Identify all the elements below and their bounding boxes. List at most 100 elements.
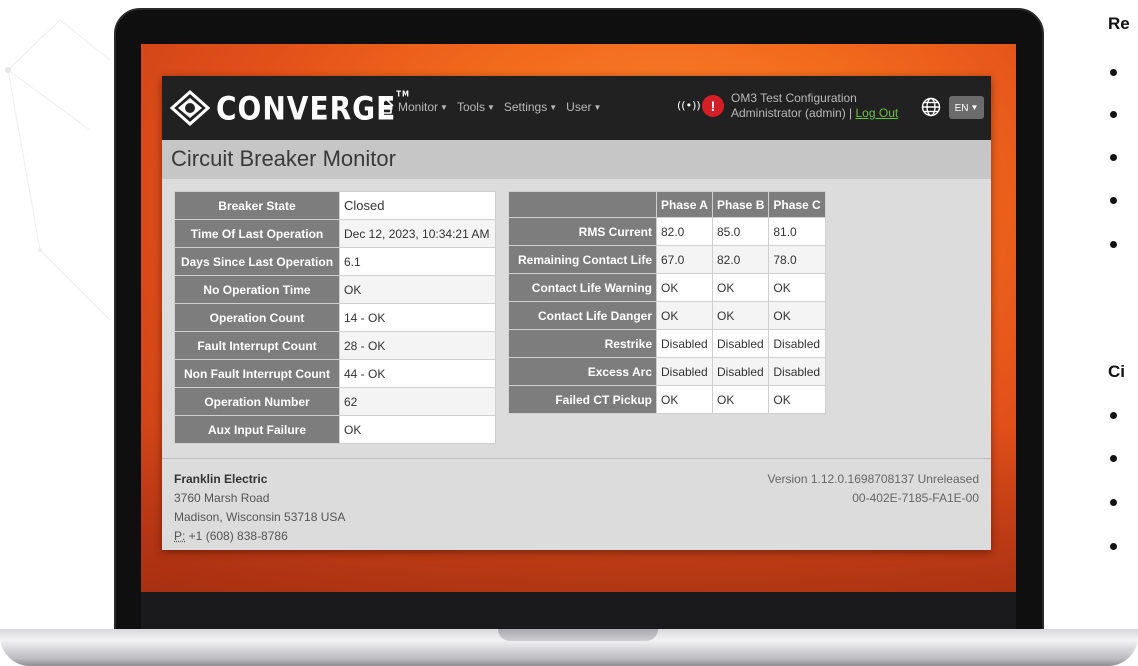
phase-table-row: Contact Life Danger OK OK OK bbox=[508, 301, 826, 330]
globe-icon[interactable] bbox=[921, 97, 941, 117]
phone-prefix: P: bbox=[174, 529, 186, 543]
breaker-row-value: 6.1 bbox=[339, 247, 496, 276]
breaker-row-label: Breaker State bbox=[174, 191, 340, 220]
phase-cell: Disabled bbox=[656, 357, 713, 386]
phase-header-blank bbox=[508, 191, 657, 218]
phase-cell: 82.0 bbox=[711, 245, 770, 274]
phase-table-row: Excess Arc Disabled Disabled Disabled bbox=[508, 357, 826, 386]
breaker-row-label: Days Since Last Operation bbox=[174, 247, 340, 276]
breaker-row-value: 14 - OK bbox=[339, 303, 496, 332]
phase-cell: Disabled bbox=[711, 329, 770, 358]
phase-table-row: RMS Current 82.0 85.0 81.0 bbox=[508, 217, 826, 246]
phase-cell: Disabled bbox=[711, 357, 770, 386]
phase-table-row: Failed CT Pickup OK OK OK bbox=[508, 385, 826, 414]
phase-cell: Disabled bbox=[768, 357, 826, 386]
menu-monitor-label: Monitor bbox=[398, 100, 439, 114]
home-icon[interactable] bbox=[376, 96, 396, 116]
user-info: OM3 Test Configuration Administrator (ad… bbox=[731, 91, 898, 121]
language-label: EN bbox=[954, 103, 969, 114]
menu-tools[interactable]: Tools ▼ bbox=[457, 100, 495, 114]
breaker-table-row: Fault Interrupt Count 28 - OK bbox=[174, 331, 496, 360]
phase-cell: OK bbox=[711, 273, 770, 302]
phase-cell: Disabled bbox=[656, 329, 713, 358]
menu-tools-label: Tools bbox=[456, 100, 485, 114]
main-menu: Monitor ▼ Tools ▼ Settings ▼ User ▼ bbox=[398, 100, 601, 114]
phase-row-label: Remaining Contact Life bbox=[508, 245, 657, 274]
breaker-row-value: Closed bbox=[339, 191, 496, 220]
side-bullet bbox=[1110, 154, 1117, 161]
phase-table-row: Remaining Contact Life 67.0 82.0 78.0 bbox=[508, 245, 826, 274]
caret-down-icon: ▼ bbox=[970, 103, 979, 112]
caret-down-icon: ▼ bbox=[486, 103, 495, 112]
footer-address: Franklin Electric 3760 Marsh Road Madiso… bbox=[174, 470, 345, 546]
phase-cell: OK bbox=[768, 385, 826, 414]
side-bullet bbox=[1110, 499, 1117, 506]
footer-version: Version 1.12.0.1698708137 Unreleased 00-… bbox=[768, 470, 980, 508]
side-bullet bbox=[1110, 197, 1117, 204]
phone-number: +1 (608) 838-8786 bbox=[185, 529, 288, 543]
breaker-table-row: Time Of Last Operation Dec 12, 2023, 10:3… bbox=[174, 219, 496, 248]
breaker-row-value: OK bbox=[339, 415, 496, 444]
menu-monitor[interactable]: Monitor ▼ bbox=[398, 100, 448, 114]
caret-down-icon: ▼ bbox=[593, 103, 602, 112]
phase-cell: OK bbox=[768, 301, 826, 330]
side-bullet bbox=[1110, 241, 1117, 248]
breaker-row-label: Operation Number bbox=[174, 387, 340, 416]
page-title: Circuit Breaker Monitor bbox=[171, 146, 396, 171]
app-window: CONVERGETM Monitor ▼ Tools ▼ Settings ▼ Use… bbox=[162, 76, 991, 550]
breaker-table-row: No Operation Time OK bbox=[174, 275, 496, 304]
phase-cell: 82.0 bbox=[656, 217, 713, 246]
marketing-image: CONVERGETM Monitor ▼ Tools ▼ Settings ▼ Use… bbox=[0, 0, 1138, 666]
phase-row-label: Contact Life Danger bbox=[508, 301, 657, 330]
breaker-row-label: No Operation Time bbox=[174, 275, 340, 304]
laptop-notch bbox=[498, 629, 658, 641]
company-name: Franklin Electric bbox=[174, 472, 268, 486]
breaker-row-label: Non Fault Interrupt Count bbox=[174, 359, 340, 388]
logout-link[interactable]: Log Out bbox=[856, 106, 899, 120]
menu-settings[interactable]: Settings ▼ bbox=[504, 100, 557, 114]
brand-logo[interactable]: CONVERGETM bbox=[170, 89, 411, 127]
network-decoration bbox=[5, 19, 111, 321]
radio-signal-icon[interactable]: ((•)) bbox=[677, 99, 701, 112]
side-bullet bbox=[1110, 111, 1117, 118]
breaker-table-row: Aux Input Failure OK bbox=[174, 415, 496, 444]
side-heading-2: Ci bbox=[1108, 362, 1125, 381]
menu-user[interactable]: User ▼ bbox=[566, 100, 601, 114]
phase-table-row: Restrike Disabled Disabled Disabled bbox=[508, 329, 826, 358]
phase-row-label: RMS Current bbox=[508, 217, 657, 246]
phase-row-label: Restrike bbox=[508, 329, 657, 358]
menu-user-label: User bbox=[566, 100, 592, 114]
breaker-table-row: Breaker State Closed bbox=[174, 191, 496, 220]
trademark-mark: TM bbox=[396, 89, 411, 99]
menu-settings-label: Settings bbox=[503, 100, 548, 114]
converge-logo-icon bbox=[170, 90, 210, 126]
breaker-row-label: Aux Input Failure bbox=[174, 415, 340, 444]
phase-cell: OK bbox=[711, 385, 770, 414]
side-bullet bbox=[1110, 543, 1117, 550]
phase-header: Phase A bbox=[656, 191, 713, 218]
language-select[interactable]: EN ▼ bbox=[949, 96, 984, 119]
breaker-table-row: Non Fault Interrupt Count 44 - OK bbox=[174, 359, 496, 388]
version-text: Version 1.12.0.1698708137 Unreleased bbox=[767, 472, 980, 486]
user-line: Administrator (admin) | Log Out bbox=[731, 106, 898, 121]
breaker-table-row: Days Since Last Operation 6.1 bbox=[174, 247, 496, 276]
phase-cell: Disabled bbox=[768, 329, 826, 358]
phone-line: P: +1 (608) 838-8786 bbox=[174, 527, 345, 546]
phase-table-row: Contact Life Warning OK OK OK bbox=[508, 273, 826, 302]
phase-cell: 67.0 bbox=[656, 245, 713, 274]
breaker-row-label: Fault Interrupt Count bbox=[174, 331, 340, 360]
side-bullet bbox=[1110, 412, 1117, 419]
caret-down-icon: ▼ bbox=[440, 103, 448, 112]
phase-cell: OK bbox=[656, 385, 713, 414]
caret-down-icon: ▼ bbox=[549, 103, 558, 112]
phase-header: Phase C bbox=[768, 191, 826, 218]
side-bullet bbox=[1110, 69, 1117, 76]
alert-icon[interactable]: ! bbox=[702, 95, 724, 117]
breaker-row-label: Time Of Last Operation bbox=[174, 219, 340, 248]
breaker-row-value: OK bbox=[339, 275, 496, 304]
phase-row-label: Contact Life Warning bbox=[508, 273, 657, 302]
breaker-table-row: Operation Number 62 bbox=[174, 387, 496, 416]
phase-cell: OK bbox=[656, 273, 713, 302]
phase-cell: 81.0 bbox=[768, 217, 826, 246]
breaker-row-value: Dec 12, 2023, 10:34:21 AM bbox=[339, 219, 496, 248]
